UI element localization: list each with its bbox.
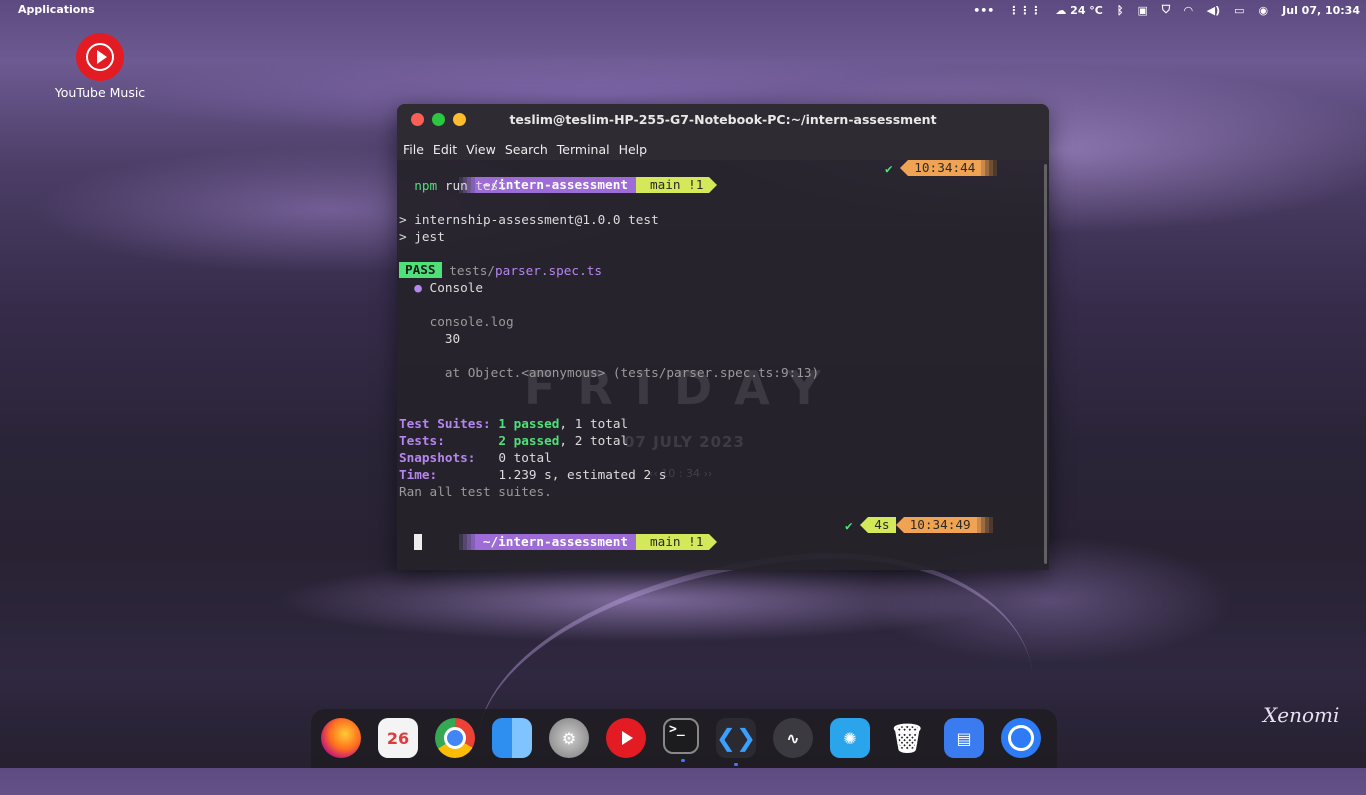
- output-line: > internship-assessment@1.0.0 test: [399, 212, 659, 227]
- window-title: teslim@teslim-HP-255-G7-Notebook-PC:~/in…: [509, 112, 937, 127]
- summary-snapshots: Snapshots: 0 total: [399, 449, 1039, 466]
- weather-widget[interactable]: ☁ 24 °C: [1055, 4, 1103, 17]
- user-icon[interactable]: ◉: [1259, 4, 1269, 17]
- prompt-status-right: ✔ 10:34:44: [885, 160, 998, 177]
- summary-passed: 1 passed: [498, 416, 560, 431]
- trash-icon[interactable]: 🗑: [887, 718, 927, 758]
- clipboard-icon[interactable]: ▣: [1138, 4, 1148, 17]
- pinwheel-icon[interactable]: ✺: [830, 718, 870, 758]
- finder-icon[interactable]: [492, 718, 532, 758]
- datetime-label[interactable]: Jul 07, 10:34: [1282, 4, 1360, 17]
- firefox-icon[interactable]: [321, 718, 361, 758]
- grid-icon[interactable]: ⋮⋮⋮: [1008, 4, 1041, 17]
- menu-terminal[interactable]: Terminal: [557, 142, 616, 157]
- menu-edit[interactable]: Edit: [433, 142, 463, 157]
- output-line: > jest: [399, 229, 445, 244]
- settings-icon[interactable]: ⚙: [549, 718, 589, 758]
- menu-file[interactable]: File: [403, 142, 430, 157]
- system-tray: ••• ⋮⋮⋮ ☁ 24 °C ᛒ ▣ ⛉ ◠ ◀) ▭ ◉ Jul 07, 1…: [973, 3, 1360, 17]
- menu-bar: File Edit View Search Terminal Help: [397, 138, 1049, 160]
- test-result-line: PASS tests/parser.spec.ts: [399, 262, 1039, 279]
- success-check-icon: ✔: [885, 161, 893, 176]
- terminal-output[interactable]: FRIDAY 07 JULY 2023 ‹‹ 10 : 34 ›› ~/inte…: [399, 160, 1039, 570]
- console-label: Console: [421, 280, 484, 295]
- input-line[interactable]: [399, 534, 1039, 551]
- dock: 26 ⚙ >_ ❮❯ ∿ ✺ 🗑 ▤: [311, 709, 1057, 768]
- prompt-duration: 4s: [868, 517, 896, 533]
- command-line: npm run test: [399, 177, 1039, 194]
- prompt-line: ~/intern-assessment main !1 ✔ 4s 10:34:49: [399, 517, 1039, 550]
- console-log-line: console.log: [399, 313, 1039, 330]
- bullet-icon: ●: [414, 280, 422, 295]
- vscode-icon[interactable]: ❮❯: [716, 718, 756, 766]
- menu-view[interactable]: View: [466, 142, 502, 157]
- cloud-icon: ☁: [1055, 3, 1067, 17]
- console-value-line: 30: [399, 330, 1039, 347]
- wifi-icon[interactable]: ◠: [1184, 4, 1192, 17]
- applications-label: Applications: [18, 3, 95, 16]
- prompt-line: ~/intern-assessment main !1 ✔ 10:34:44: [399, 160, 1039, 193]
- browser-icon[interactable]: [1001, 718, 1041, 758]
- summary-value: 0 total: [498, 450, 552, 465]
- prompt-status-right: ✔ 4s 10:34:49: [845, 517, 993, 534]
- weather-label: 24 °C: [1070, 3, 1103, 17]
- command-args: run test: [437, 178, 506, 193]
- terminal-window[interactable]: teslim@teslim-HP-255-G7-Notebook-PC:~/in…: [397, 104, 1049, 570]
- applications-menu[interactable]: Applications: [12, 3, 95, 16]
- close-button[interactable]: [411, 113, 424, 126]
- minimize-button[interactable]: [453, 113, 466, 126]
- youtube-music-icon: [76, 33, 124, 81]
- ran-all-line: Ran all test suites.: [399, 484, 552, 499]
- summary-value: 1.239 s, estimated 2 s: [498, 467, 667, 482]
- more-icon[interactable]: •••: [973, 4, 994, 17]
- prompt-time: 10:34:44: [908, 160, 982, 176]
- wallpaper-signature: Xenomi: [1263, 703, 1340, 727]
- summary-tests: Tests: 2 passed, 2 total: [399, 432, 1039, 449]
- console-at-line: at Object.<anonymous> (tests/parser.spec…: [399, 364, 1039, 381]
- window-titlebar[interactable]: teslim@teslim-HP-255-G7-Notebook-PC:~/in…: [397, 104, 1049, 138]
- battery-icon[interactable]: ▭: [1234, 4, 1244, 17]
- console-at: at Object.<anonymous> (tests/parser.spec…: [444, 365, 820, 380]
- summary-suites: Test Suites: 1 passed, 1 total: [399, 415, 1039, 432]
- desktop-icon-label: YouTube Music: [54, 85, 146, 100]
- text-cursor: [414, 534, 423, 550]
- summary-passed: 2 passed: [498, 433, 560, 448]
- files-icon[interactable]: ▤: [944, 718, 984, 758]
- calendar-day: 26: [386, 728, 410, 748]
- console-header: ● Console: [399, 279, 1039, 296]
- summary-label: Tests:: [399, 433, 499, 448]
- top-panel: Applications ••• ⋮⋮⋮ ☁ 24 °C ᛒ ▣ ⛉ ◠ ◀) …: [0, 0, 1366, 20]
- command-bin: npm: [414, 178, 438, 193]
- summary-label: Snapshots:: [399, 450, 499, 465]
- summary-label: Time:: [399, 467, 499, 482]
- terminal-glyph: >_: [669, 722, 685, 737]
- bluetooth-icon[interactable]: ᛒ: [1117, 4, 1124, 17]
- menu-help[interactable]: Help: [619, 142, 654, 157]
- desktop-icon-youtube-music[interactable]: YouTube Music: [52, 33, 148, 100]
- menu-search[interactable]: Search: [505, 142, 554, 157]
- youtube-music-dock-icon[interactable]: [606, 718, 646, 758]
- test-dir: tests/: [449, 263, 496, 278]
- test-file: parser.spec.ts: [495, 263, 602, 278]
- summary-label: Test Suites:: [399, 416, 499, 431]
- calendar-icon[interactable]: 26: [378, 718, 418, 758]
- shield-icon[interactable]: ⛉: [1162, 3, 1170, 17]
- console-log-label: console.log: [429, 314, 514, 329]
- maximize-button[interactable]: [432, 113, 445, 126]
- scrollbar[interactable]: [1044, 164, 1047, 564]
- chrome-icon[interactable]: [435, 718, 475, 758]
- summary-total: , 2 total: [559, 433, 629, 448]
- summary-total: , 1 total: [559, 416, 629, 431]
- obs-icon[interactable]: ∿: [773, 718, 813, 758]
- prompt-time: 10:34:49: [903, 517, 977, 533]
- console-value: 30: [444, 331, 461, 346]
- terminal-dock-icon[interactable]: >_: [663, 718, 699, 762]
- summary-time: Time: 1.239 s, estimated 2 s: [399, 466, 1039, 483]
- volume-icon[interactable]: ◀): [1207, 4, 1221, 17]
- pass-badge: PASS: [399, 262, 442, 278]
- success-check-icon: ✔: [845, 518, 853, 533]
